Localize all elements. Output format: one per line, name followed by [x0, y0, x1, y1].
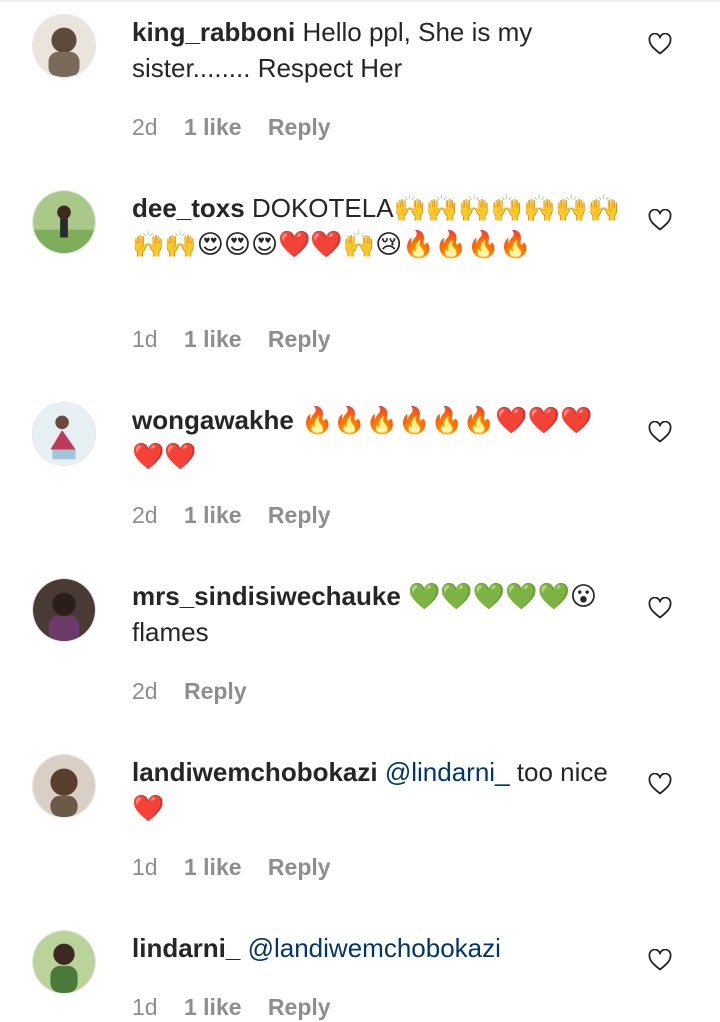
heart-icon[interactable] [648, 597, 672, 619]
reply-button[interactable]: Reply [268, 502, 331, 528]
heart-icon[interactable] [648, 773, 672, 795]
comment-body: landiwemchobokazi @lindarni_ too nice ❤️ [132, 754, 622, 826]
comment-body: dee_toxs DOKOTELA🙌🙌🙌🙌🙌🙌🙌🙌🙌😍😍😍❤️❤️🙌😢🔥🔥🔥🔥 [132, 190, 622, 262]
top-divider [0, 0, 720, 2]
reply-button[interactable]: Reply [268, 326, 331, 352]
comment-likes[interactable]: 1 like [184, 502, 242, 528]
comment-username[interactable]: lindarni_ [132, 933, 240, 963]
avatar[interactable] [32, 754, 96, 818]
comment-meta: 2d 1 like Reply [132, 502, 351, 529]
comment-meta: 2d Reply [132, 678, 267, 705]
reply-button[interactable]: Reply [268, 854, 331, 880]
comment-meta: 1d 1 like Reply [132, 994, 351, 1021]
comment-username[interactable]: dee_toxs [132, 193, 245, 223]
comment-meta: 2d 1 like Reply [132, 114, 351, 141]
comment-likes[interactable]: 1 like [184, 854, 242, 880]
comment-time: 1d [132, 994, 158, 1020]
heart-icon[interactable] [648, 421, 672, 443]
comment-time: 1d [132, 854, 158, 880]
comment-username[interactable]: king_rabboni [132, 17, 295, 47]
avatar[interactable] [32, 930, 96, 994]
heart-icon[interactable] [648, 33, 672, 55]
comment-time: 2d [132, 678, 158, 704]
comment-meta: 1d 1 like Reply [132, 854, 351, 881]
comment-username[interactable]: wongawakhe [132, 405, 294, 435]
heart-icon[interactable] [648, 949, 672, 971]
avatar[interactable] [32, 14, 96, 78]
comment-body: lindarni_ @landiwemchobokazi [132, 930, 622, 966]
comment-body: mrs_sindisiwechauke 💚💚💚💚💚😮flames [132, 578, 622, 650]
comment-likes[interactable]: 1 like [184, 114, 242, 140]
comment-meta: 1d 1 like Reply [132, 326, 351, 353]
comment-body: king_rabboni Hello ppl, She is my sister… [132, 14, 622, 86]
comment-username[interactable]: mrs_sindisiwechauke [132, 581, 401, 611]
comment-time: 2d [132, 502, 158, 528]
comment-likes[interactable]: 1 like [184, 994, 242, 1020]
comment-time: 2d [132, 114, 158, 140]
avatar[interactable] [32, 578, 96, 642]
comment-mention[interactable]: @lindarni_ [385, 757, 510, 787]
avatar[interactable] [32, 190, 96, 254]
comment-time: 1d [132, 326, 158, 352]
heart-icon[interactable] [648, 209, 672, 231]
comment-mention[interactable]: @landiwemchobokazi [248, 933, 501, 963]
reply-button[interactable]: Reply [184, 678, 247, 704]
reply-button[interactable]: Reply [268, 994, 331, 1020]
reply-button[interactable]: Reply [268, 114, 331, 140]
comment-body: wongawakhe 🔥🔥🔥🔥🔥🔥❤️❤️❤️❤️❤️ [132, 402, 622, 474]
comment-username[interactable]: landiwemchobokazi [132, 757, 378, 787]
avatar[interactable] [32, 402, 96, 466]
comment-likes[interactable]: 1 like [184, 326, 242, 352]
